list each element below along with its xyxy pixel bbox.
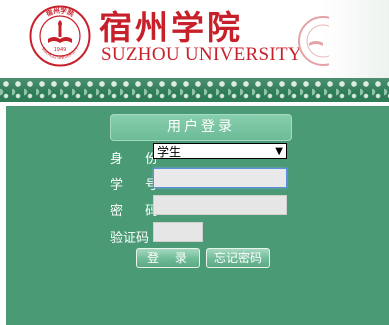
password-input[interactable] [153, 195, 287, 215]
decorative-pattern-strip [0, 78, 389, 102]
role-select[interactable]: 学生 ▼ [153, 143, 287, 159]
school-name-en: SUZHOU UNIVERSITY [101, 44, 302, 65]
student-id-input[interactable] [153, 168, 287, 188]
login-title: 用户登录 [110, 114, 292, 141]
role-select-value: 学生 [157, 145, 182, 159]
login-button[interactable]: 登 录 [136, 248, 200, 268]
faded-seal-logo [298, 16, 329, 66]
triangle-down-icon[interactable]: ▼ [275, 144, 283, 160]
captcha-label: 验证码 [110, 231, 150, 246]
seal-year: 1949 [54, 47, 67, 53]
site-header: 1949 宿州学院 SUZHOU UNIVERSITY 宿州学院 SUZHOU … [0, 0, 389, 78]
login-panel: 用户登录 身 份 学生 ▼ 学 号 密 码 验证码 登 录 忘记密码 [6, 106, 389, 325]
captcha-input[interactable] [153, 222, 203, 242]
login-page: 1949 宿州学院 SUZHOU UNIVERSITY 宿州学院 SUZHOU … [0, 0, 389, 325]
student-id-label: 学 号 [110, 178, 168, 193]
password-label: 密 码 [110, 204, 168, 219]
forgot-password-button[interactable]: 忘记密码 [206, 248, 270, 268]
identity-label: 身 份 [110, 152, 168, 167]
university-seal-logo: 1949 宿州学院 SUZHOU UNIVERSITY [29, 5, 91, 67]
school-name-cn: 宿州学院 [99, 8, 243, 47]
